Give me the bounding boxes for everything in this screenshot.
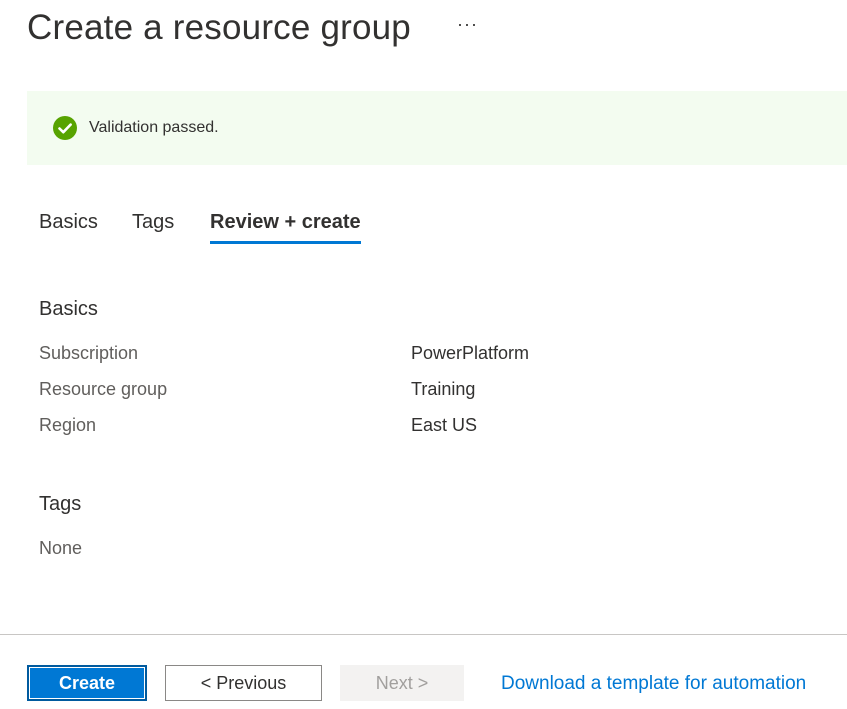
tab-tags[interactable]: Tags bbox=[132, 211, 174, 244]
region-value: East US bbox=[411, 415, 478, 435]
validation-banner: Validation passed. bbox=[27, 91, 847, 165]
more-options-icon[interactable]: ··· bbox=[457, 14, 478, 35]
tab-basics[interactable]: Basics bbox=[39, 211, 98, 244]
page-title: Create a resource group bbox=[27, 8, 411, 47]
resource-group-label: Resource group bbox=[39, 379, 168, 399]
check-circle-icon bbox=[53, 116, 77, 140]
validation-message: Validation passed. bbox=[89, 119, 219, 136]
previous-button[interactable]: < Previous bbox=[165, 665, 322, 701]
tab-review-create[interactable]: Review + create bbox=[210, 211, 361, 244]
subscription-value: PowerPlatform bbox=[411, 343, 530, 363]
subscription-label: Subscription bbox=[39, 343, 139, 363]
next-button[interactable]: Next > bbox=[340, 665, 464, 701]
footer-divider bbox=[0, 634, 847, 635]
tags-value: None bbox=[39, 538, 83, 558]
resource-group-value: Training bbox=[411, 379, 476, 399]
basics-section-heading: Basics bbox=[39, 298, 98, 320]
download-template-link[interactable]: Download a template for automation bbox=[501, 673, 806, 695]
tags-section-heading: Tags bbox=[39, 493, 82, 515]
region-label: Region bbox=[39, 415, 97, 435]
create-resource-group-page: Create a resource group ··· Validation p… bbox=[0, 0, 847, 709]
create-button[interactable]: Create bbox=[27, 665, 147, 701]
